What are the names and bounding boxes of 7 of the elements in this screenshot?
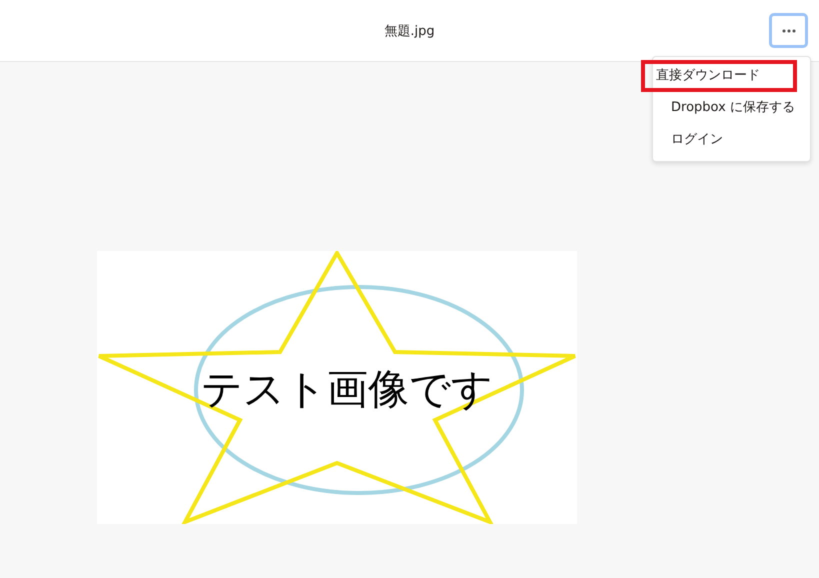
menu-item[interactable]: 直接ダウンロード bbox=[641, 60, 797, 92]
menu-item[interactable]: ログイン bbox=[656, 124, 807, 156]
menu-item[interactable]: Dropbox に保存する bbox=[656, 92, 807, 124]
image-text: テスト画像です bbox=[201, 365, 493, 413]
file-name: 無題.jpg bbox=[384, 22, 435, 40]
more-button[interactable] bbox=[769, 13, 808, 48]
more-icon bbox=[782, 28, 796, 32]
